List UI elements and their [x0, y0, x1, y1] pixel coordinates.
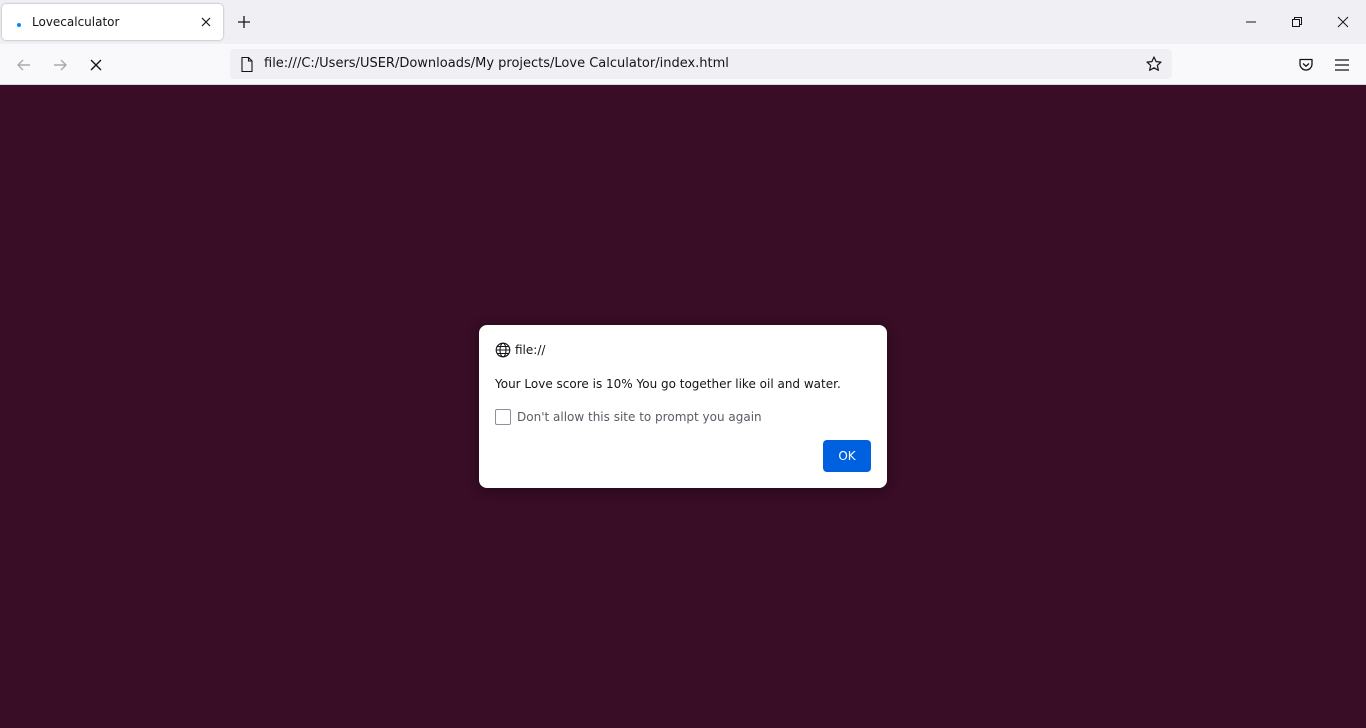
url-text[interactable]: file:///C:/Users/USER/Downloads/My proje… — [264, 56, 729, 71]
stop-icon[interactable] — [82, 51, 110, 79]
ok-button[interactable]: OK — [823, 440, 871, 472]
alert-dialog: file:// Your Love score is 10% You go to… — [479, 325, 887, 488]
dont-allow-prompt-checkbox[interactable] — [495, 409, 511, 425]
new-tab-plus-icon[interactable] — [232, 10, 256, 34]
tab-strip: Lovecalculator — [0, 0, 1366, 44]
navigation-toolbar: file:///C:/Users/USER/Downloads/My proje… — [0, 44, 1366, 85]
tab-close-icon[interactable] — [196, 12, 216, 32]
tab-title: Lovecalculator — [32, 15, 120, 29]
back-arrow-icon[interactable] — [10, 51, 38, 79]
page-icon — [239, 56, 255, 72]
url-bar[interactable]: file:///C:/Users/USER/Downloads/My proje… — [230, 49, 1172, 79]
minimize-icon[interactable] — [1228, 0, 1274, 44]
star-icon[interactable] — [1145, 55, 1163, 73]
restore-icon[interactable] — [1274, 0, 1320, 44]
forward-arrow-icon[interactable] — [46, 51, 74, 79]
tab-lovecalculator[interactable]: Lovecalculator — [2, 4, 223, 40]
pocket-icon[interactable] — [1292, 51, 1320, 79]
window-close-icon[interactable] — [1320, 0, 1366, 44]
globe-icon — [495, 342, 511, 358]
hamburger-menu-icon[interactable] — [1328, 51, 1356, 79]
dialog-origin: file:// — [515, 343, 546, 357]
dialog-message: Your Love score is 10% You go together l… — [495, 377, 841, 391]
loading-dot-icon — [17, 23, 21, 27]
dont-allow-prompt-label[interactable]: Don't allow this site to prompt you agai… — [517, 410, 762, 424]
